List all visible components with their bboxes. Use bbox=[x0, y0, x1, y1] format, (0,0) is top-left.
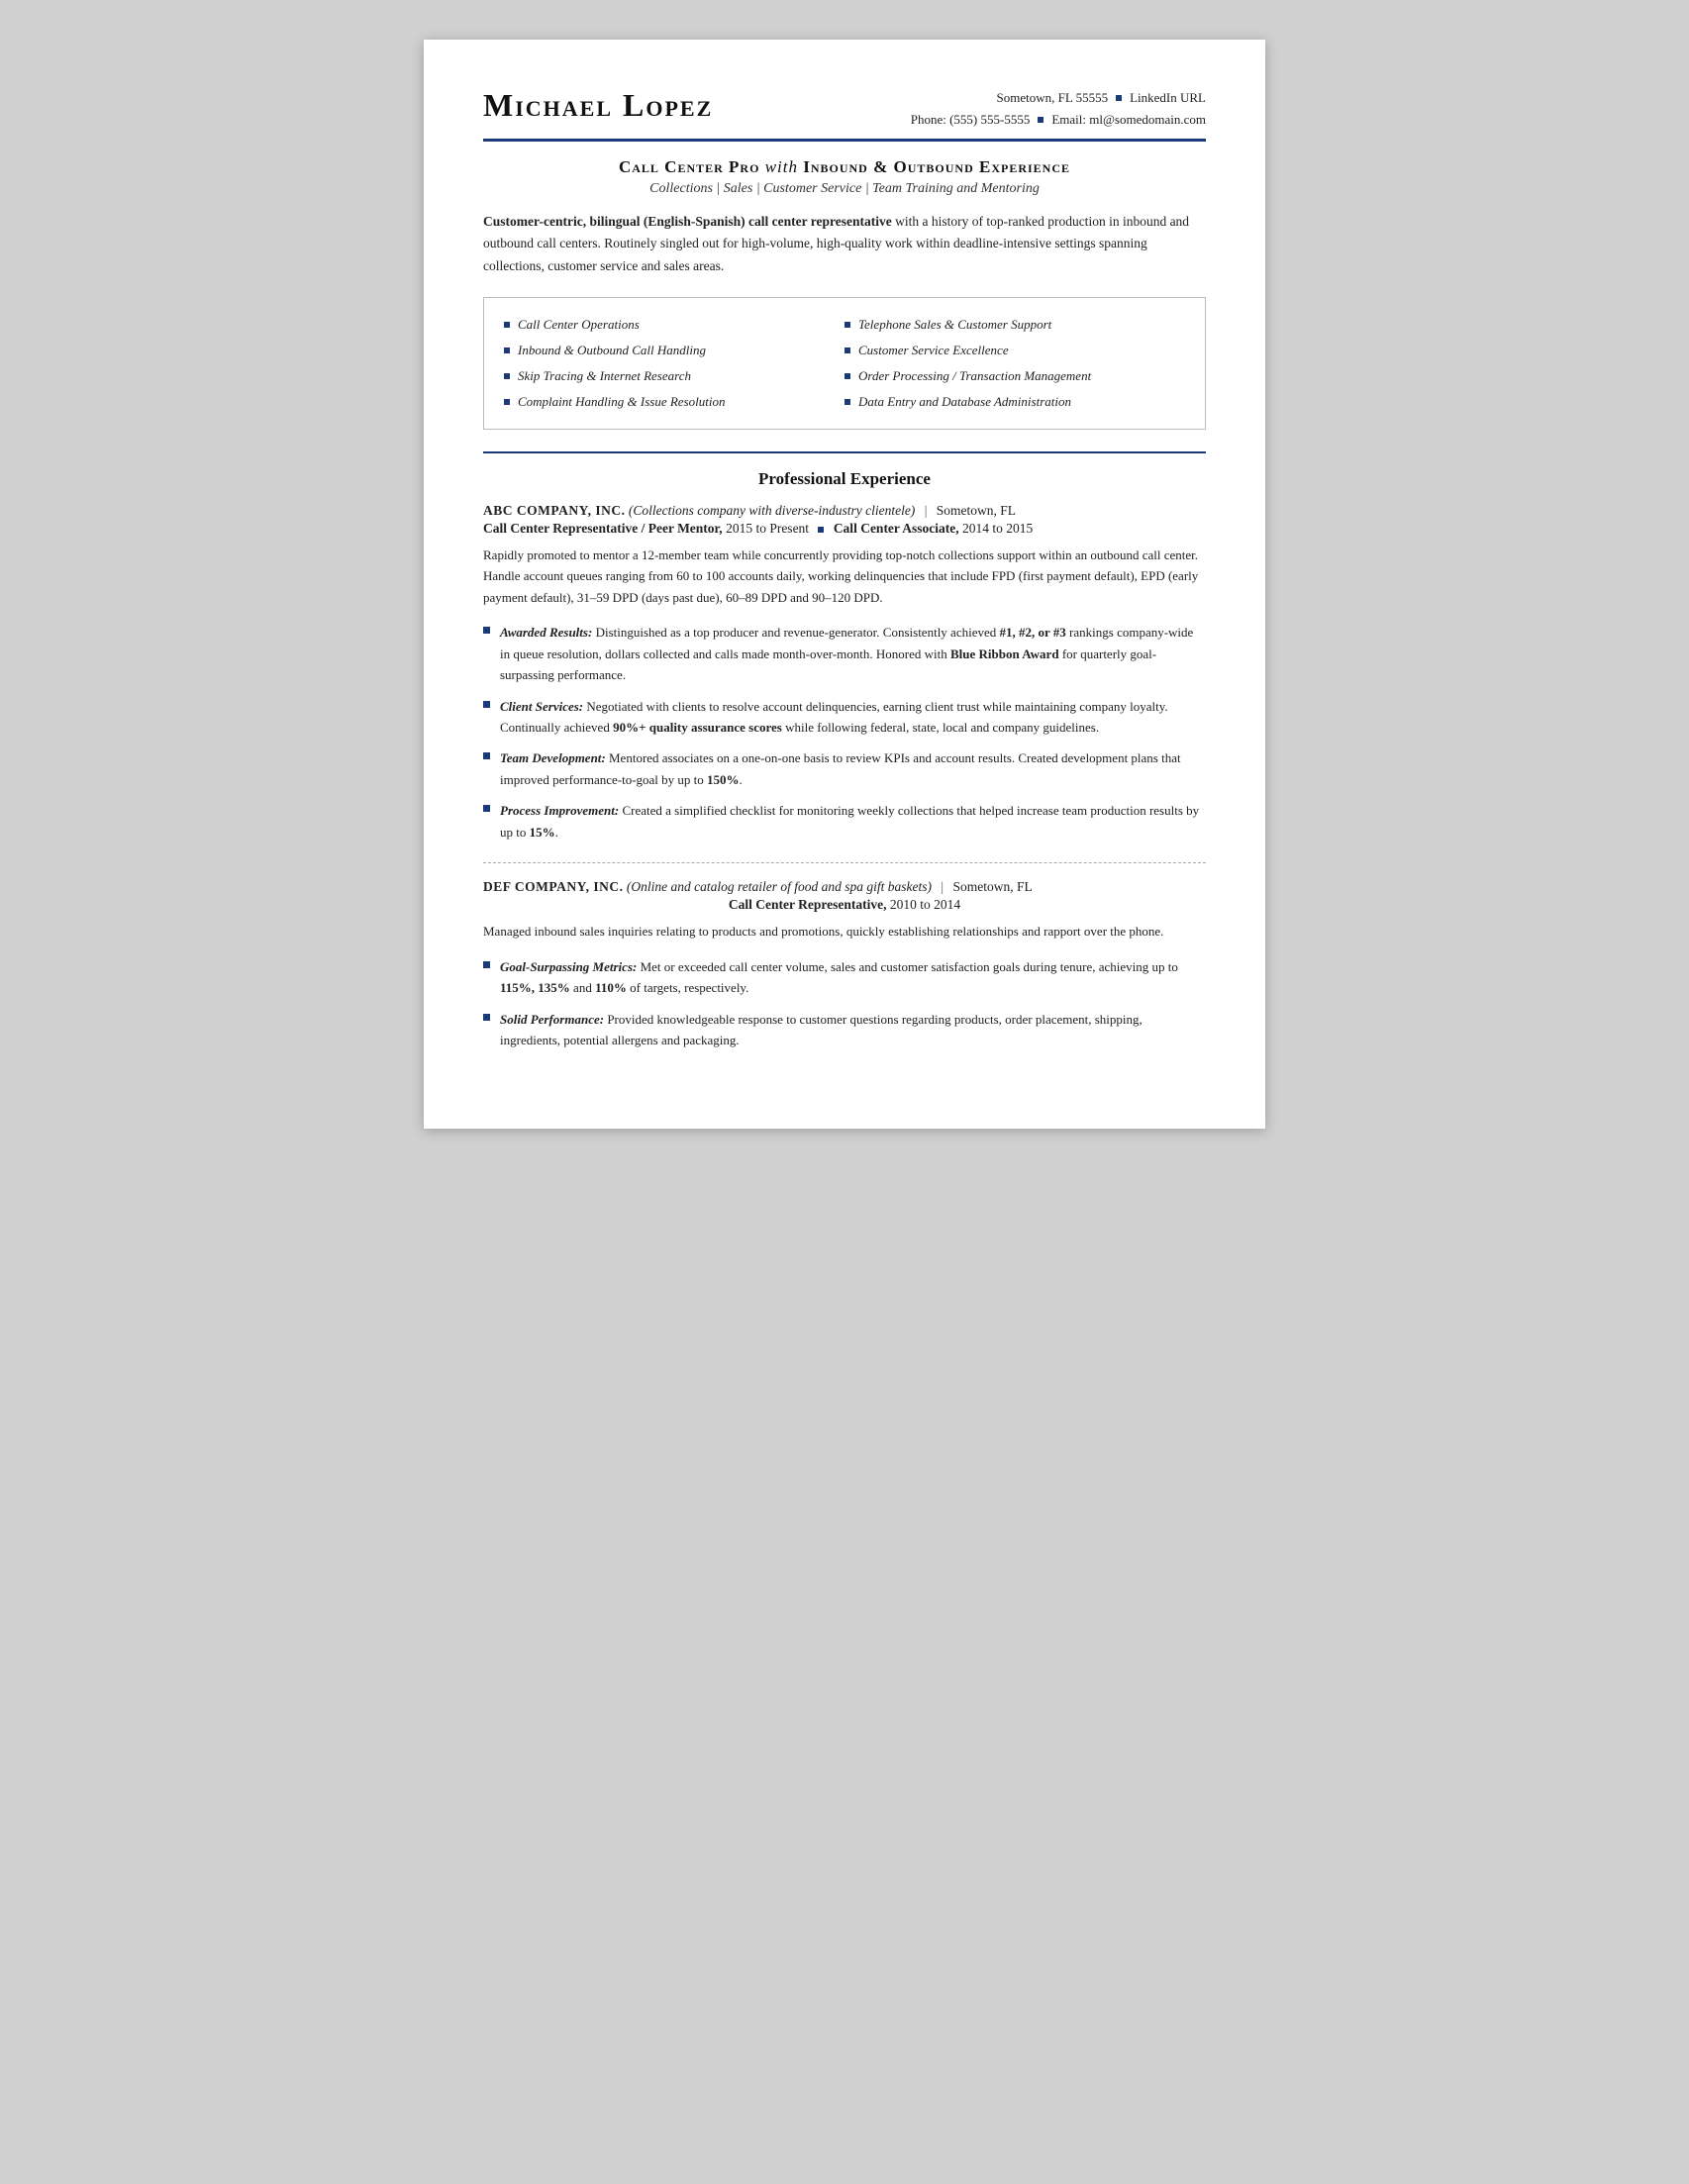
inline-bullet-1 bbox=[818, 527, 824, 533]
bullet-square-1 bbox=[1116, 95, 1122, 101]
linkedin: LinkedIn URL bbox=[1130, 87, 1206, 109]
def-bullet-icon-1 bbox=[483, 961, 490, 968]
skills-col-left: Call Center Operations Inbound & Outboun… bbox=[504, 312, 844, 415]
summary-bold: Customer-centric, bilingual (English-Spa… bbox=[483, 214, 892, 229]
ach2-bold-italic: Client Services: bbox=[500, 699, 583, 714]
skill-4: Complaint Handling & Issue Resolution bbox=[504, 389, 844, 415]
company-abc-header: ABC COMPANY, INC. (Collections company w… bbox=[483, 503, 1206, 519]
title-main2: Inbound & Outbound Experience bbox=[803, 157, 1070, 176]
def-achievement-1: Goal-Surpassing Metrics: Met or exceeded… bbox=[483, 956, 1206, 999]
city-state: Sometown, FL 55555 bbox=[997, 87, 1109, 109]
title-with: with bbox=[765, 157, 804, 176]
pipe-sep-2: | bbox=[941, 879, 944, 894]
job-title-line-abc: Call Center Representative / Peer Mentor… bbox=[483, 521, 1206, 537]
def-achievement-2-text: Solid Performance: Provided knowledgeabl… bbox=[500, 1009, 1206, 1051]
achievement-3-text: Team Development: Mentored associates on… bbox=[500, 747, 1206, 790]
skill-2: Inbound & Outbound Call Handling bbox=[504, 338, 844, 363]
def-achievement-2: Solid Performance: Provided knowledgeabl… bbox=[483, 1009, 1206, 1051]
skill-1: Call Center Operations bbox=[504, 312, 844, 338]
skill-5: Telephone Sales & Customer Support bbox=[844, 312, 1185, 338]
experience-section-title: Professional Experience bbox=[483, 469, 1206, 489]
contact-line-1: Sometown, FL 55555 LinkedIn URL bbox=[911, 87, 1206, 109]
main-title: Call Center Pro with Inbound & Outbound … bbox=[483, 157, 1206, 177]
company-def-header: DEF COMPANY, INC. (Online and catalog re… bbox=[483, 879, 1206, 895]
bullet-square-2 bbox=[1038, 117, 1043, 123]
def-ach2-bold-italic: Solid Performance: bbox=[500, 1012, 604, 1027]
pipe-sep: | bbox=[925, 503, 928, 518]
role1-years: 2015 to Present bbox=[726, 521, 809, 536]
ach3-bold-italic: Team Development: bbox=[500, 750, 606, 765]
company-abc-location: Sometown, FL bbox=[937, 503, 1016, 518]
abc-achievements: Awarded Results: Distinguished as a top … bbox=[483, 622, 1206, 843]
experience-rule bbox=[483, 451, 1206, 453]
def-ach1-bold-italic: Goal-Surpassing Metrics: bbox=[500, 959, 637, 974]
def-role1-years: 2010 to 2014 bbox=[890, 897, 960, 912]
job-title-line-def: Call Center Representative, 2010 to 2014 bbox=[483, 897, 1206, 913]
company-def-desc: (Online and catalog retailer of food and… bbox=[627, 879, 932, 894]
header-section: Michael Lopez Sometown, FL 55555 LinkedI… bbox=[483, 87, 1206, 131]
bullet-icon-2 bbox=[483, 701, 490, 708]
achievement-1-text: Awarded Results: Distinguished as a top … bbox=[500, 622, 1206, 685]
contact-line-2: Phone: (555) 555-5555 Email: ml@somedoma… bbox=[911, 109, 1206, 131]
role1-title: Call Center Representative / Peer Mentor… bbox=[483, 521, 723, 536]
email: Email: ml@somedomain.com bbox=[1051, 109, 1206, 131]
skill-7: Order Processing / Transaction Managemen… bbox=[844, 363, 1185, 389]
title-section: Call Center Pro with Inbound & Outbound … bbox=[483, 157, 1206, 197]
company-def: DEF COMPANY, INC. (Online and catalog re… bbox=[483, 879, 1206, 1050]
skills-list-left: Call Center Operations Inbound & Outboun… bbox=[504, 312, 844, 415]
def-role1-title: Call Center Representative, bbox=[729, 897, 887, 912]
skill-6: Customer Service Excellence bbox=[844, 338, 1185, 363]
def-achievements: Goal-Surpassing Metrics: Met or exceeded… bbox=[483, 956, 1206, 1051]
summary-section: Customer-centric, bilingual (English-Spa… bbox=[483, 211, 1206, 277]
contact-block: Sometown, FL 55555 LinkedIn URL Phone: (… bbox=[911, 87, 1206, 131]
role2-years: 2014 to 2015 bbox=[962, 521, 1033, 536]
company-divider bbox=[483, 862, 1206, 863]
company-def-location: Sometown, FL bbox=[952, 879, 1032, 894]
name-block: Michael Lopez bbox=[483, 87, 911, 124]
company-def-name: DEF COMPANY, INC. bbox=[483, 879, 624, 894]
skills-col-right: Telephone Sales & Customer Support Custo… bbox=[844, 312, 1185, 415]
skills-list-right: Telephone Sales & Customer Support Custo… bbox=[844, 312, 1185, 415]
bullet-icon-1 bbox=[483, 627, 490, 634]
title-main: Call Center Pro bbox=[619, 157, 759, 176]
achievement-1: Awarded Results: Distinguished as a top … bbox=[483, 622, 1206, 685]
skill-3: Skip Tracing & Internet Research bbox=[504, 363, 844, 389]
abc-job-desc: Rapidly promoted to mentor a 12-member t… bbox=[483, 545, 1206, 608]
subtitle-line: Collections | Sales | Customer Service |… bbox=[483, 181, 1206, 197]
ach1-bold-italic: Awarded Results: bbox=[500, 625, 592, 640]
achievement-2: Client Services: Negotiated with clients… bbox=[483, 696, 1206, 739]
bullet-icon-4 bbox=[483, 805, 490, 812]
bullet-icon-3 bbox=[483, 752, 490, 759]
skill-8: Data Entry and Database Administration bbox=[844, 389, 1185, 415]
header-rule bbox=[483, 139, 1206, 142]
candidate-name: Michael Lopez bbox=[483, 87, 911, 124]
role2-title: Call Center Associate, bbox=[834, 521, 959, 536]
skills-box: Call Center Operations Inbound & Outboun… bbox=[483, 297, 1206, 430]
ach4-bold-italic: Process Improvement: bbox=[500, 803, 619, 818]
def-bullet-icon-2 bbox=[483, 1014, 490, 1021]
company-abc-name: ABC COMPANY, INC. bbox=[483, 503, 626, 518]
achievement-2-text: Client Services: Negotiated with clients… bbox=[500, 696, 1206, 739]
achievement-4-text: Process Improvement: Created a simplifie… bbox=[500, 800, 1206, 843]
def-achievement-1-text: Goal-Surpassing Metrics: Met or exceeded… bbox=[500, 956, 1206, 999]
phone: Phone: (555) 555-5555 bbox=[911, 109, 1031, 131]
def-job-desc: Managed inbound sales inquiries relating… bbox=[483, 921, 1206, 942]
achievement-4: Process Improvement: Created a simplifie… bbox=[483, 800, 1206, 843]
company-abc: ABC COMPANY, INC. (Collections company w… bbox=[483, 503, 1206, 843]
company-abc-desc: (Collections company with diverse-indust… bbox=[629, 503, 915, 518]
resume-page: Michael Lopez Sometown, FL 55555 LinkedI… bbox=[424, 40, 1265, 1129]
achievement-3: Team Development: Mentored associates on… bbox=[483, 747, 1206, 790]
